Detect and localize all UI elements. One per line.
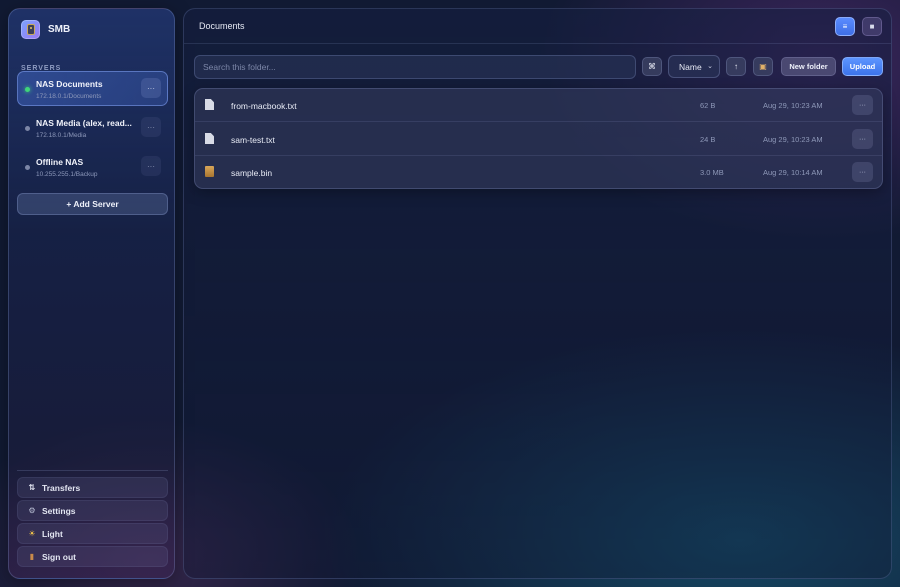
transfers-label: Transfers bbox=[42, 482, 81, 493]
file-size: 3.0 MB bbox=[700, 168, 724, 177]
filter-button[interactable]: ⌘ bbox=[642, 57, 662, 76]
server-path: 10.255.255.1/Backup bbox=[36, 171, 98, 178]
server-name: Offline NAS bbox=[36, 157, 84, 167]
grid-view-button[interactable]: ■ bbox=[862, 17, 882, 36]
server-item-nas-documents[interactable]: NAS Documents 172.18.0.1/Documents ··· bbox=[17, 71, 168, 106]
settings-label: Settings bbox=[42, 505, 76, 516]
sort-value: Name bbox=[679, 61, 702, 72]
sidebar: SMB SERVERS NAS Documents 172.18.0.1/Doc… bbox=[8, 8, 175, 579]
file-date: Aug 29, 10:14 AM bbox=[763, 168, 823, 177]
arrow-up-icon: ↑ bbox=[734, 62, 738, 71]
server-path: 172.18.0.1/Documents bbox=[36, 93, 102, 100]
sun-icon: ☀ bbox=[28, 529, 36, 538]
server-more-button[interactable]: ··· bbox=[141, 78, 161, 98]
sign-out-button[interactable]: ▮ Sign out bbox=[17, 546, 168, 567]
status-dot-online bbox=[25, 87, 30, 92]
status-dot bbox=[25, 126, 30, 131]
door-icon: ▮ bbox=[29, 552, 35, 561]
file-more-button[interactable]: ··· bbox=[852, 129, 873, 149]
gear-icon: ⚙ bbox=[28, 506, 36, 515]
file-more-button[interactable]: ··· bbox=[852, 95, 873, 115]
theme-label: Light bbox=[42, 528, 63, 539]
command-icon: ⌘ bbox=[648, 62, 656, 71]
server-path: 172.18.0.1/Media bbox=[36, 132, 87, 139]
server-name: NAS Media (alex, read... bbox=[36, 118, 132, 128]
file-name: sample.bin bbox=[231, 168, 273, 178]
server-item-nas-media[interactable]: NAS Media (alex, read... 172.18.0.1/Medi… bbox=[17, 110, 168, 145]
file-name: from-macbook.txt bbox=[231, 101, 297, 111]
main-panel: Documents ≡ ■ ⌘ Name ⌄ ↑ ▣ New folder Up… bbox=[183, 8, 892, 579]
upload-button[interactable]: Upload bbox=[842, 57, 883, 76]
file-icon bbox=[205, 133, 214, 144]
transfers-button[interactable]: ⇅ Transfers bbox=[17, 477, 168, 498]
brand: SMB bbox=[21, 20, 70, 39]
sort-select[interactable]: Name ⌄ bbox=[668, 55, 720, 78]
sort-direction-button[interactable]: ↑ bbox=[726, 57, 746, 76]
drive-icon bbox=[21, 20, 40, 39]
chevron-down-icon: ⌄ bbox=[707, 63, 713, 70]
app-name: SMB bbox=[48, 24, 71, 35]
sign-out-label: Sign out bbox=[42, 551, 76, 562]
new-folder-button[interactable]: New folder bbox=[781, 57, 836, 76]
file-more-button[interactable]: ··· bbox=[852, 162, 873, 182]
file-row[interactable]: from-macbook.txt 62 B Aug 29, 10:23 AM ·… bbox=[195, 89, 882, 122]
server-name: NAS Documents bbox=[36, 79, 103, 89]
list-view-button[interactable]: ≡ bbox=[835, 17, 855, 36]
server-item-offline-nas[interactable]: Offline NAS 10.255.255.1/Backup ··· bbox=[17, 149, 168, 184]
theme-toggle-button[interactable]: ☀ Light bbox=[17, 523, 168, 544]
file-size: 62 B bbox=[700, 101, 716, 110]
grid-icon: ■ bbox=[869, 22, 875, 31]
file-row[interactable]: sam-test.txt 24 B Aug 29, 10:23 AM ··· bbox=[195, 123, 882, 156]
page-title: Documents bbox=[199, 21, 245, 31]
settings-button[interactable]: ⚙ Settings bbox=[17, 500, 168, 521]
list-icon: ≡ bbox=[842, 22, 848, 31]
file-row[interactable]: sample.bin 3.0 MB Aug 29, 10:14 AM ··· bbox=[195, 156, 882, 188]
package-icon: ▣ bbox=[759, 62, 767, 71]
transfer-icon: ⇅ bbox=[28, 483, 36, 492]
package-icon bbox=[205, 166, 214, 177]
add-server-button[interactable]: + Add Server bbox=[17, 193, 168, 215]
archive-button[interactable]: ▣ bbox=[753, 57, 773, 76]
server-more-button[interactable]: ··· bbox=[141, 117, 161, 137]
status-dot bbox=[25, 165, 30, 170]
search-input[interactable] bbox=[194, 55, 636, 79]
file-icon bbox=[205, 99, 214, 110]
file-date: Aug 29, 10:23 AM bbox=[763, 101, 823, 110]
server-more-button[interactable]: ··· bbox=[141, 156, 161, 176]
file-name: sam-test.txt bbox=[231, 135, 275, 145]
file-size: 24 B bbox=[700, 135, 716, 144]
file-date: Aug 29, 10:23 AM bbox=[763, 135, 823, 144]
sidebar-divider bbox=[17, 470, 168, 471]
main-header: Documents ≡ ■ bbox=[184, 9, 891, 44]
file-list: from-macbook.txt 62 B Aug 29, 10:23 AM ·… bbox=[194, 88, 883, 189]
